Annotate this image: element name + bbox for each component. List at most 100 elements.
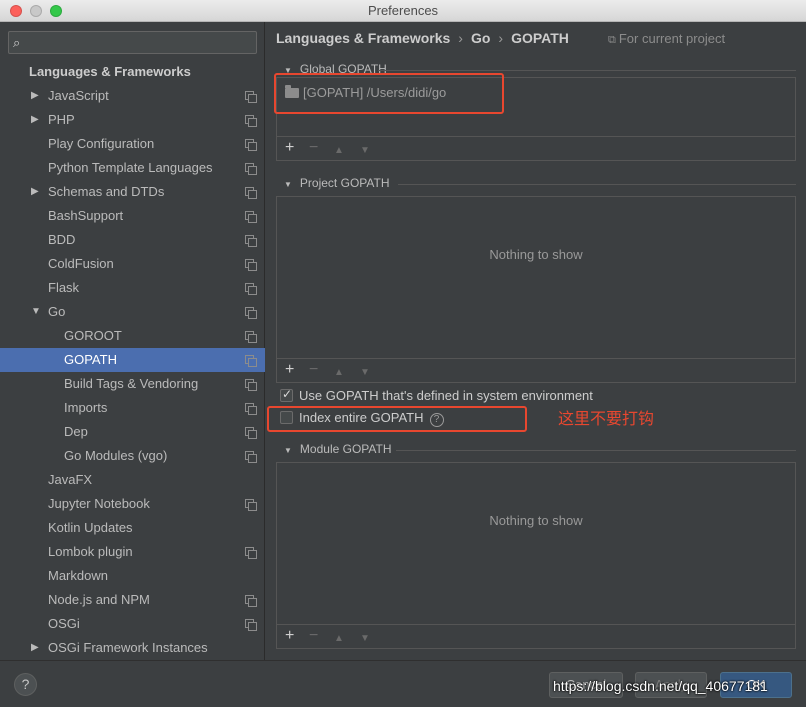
sidebar-item-javafx[interactable]: JavaFX [0,468,265,492]
sidebar-item-build-tags-vendoring[interactable]: Build Tags & Vendoring [0,372,265,396]
copy-icon [245,619,257,631]
annotation-text: 这里不要打钩 [558,409,655,428]
expand-arrow-right-icon[interactable]: ▶ [31,108,39,132]
copy-icon [245,235,257,247]
sidebar-item-label: PHP [48,112,75,127]
copy-icon [245,499,257,511]
expand-arrow-right-icon[interactable]: ▶ [31,84,39,108]
move-down-button[interactable]: ▼ [360,364,370,382]
sidebar-item-osgi-framework-instances[interactable]: ▶ OSGi Framework Instances [0,636,265,660]
sidebar-item-node-js-and-npm[interactable]: Node.js and NPM [0,588,265,612]
annotation-highlight-box [274,73,504,114]
sidebar-item-label: GOPATH [64,352,117,367]
copy-icon [245,139,257,151]
group-divider [396,450,796,451]
sidebar-item-php[interactable]: ▶ PHP [0,108,265,132]
use-system-gopath-checkbox[interactable] [280,387,293,402]
sidebar-item-schemas-and-dtds[interactable]: ▶ Schemas and DTDs [0,180,265,204]
sidebar-item-kotlin-updates[interactable]: Kotlin Updates [0,516,265,540]
copy-icon [245,259,257,271]
copy-icon [245,403,257,415]
search-input[interactable] [31,33,251,52]
sidebar-item-go-modules-vgo[interactable]: Go Modules (vgo) [0,444,265,468]
copy-icon [245,547,257,559]
sidebar-item-imports[interactable]: Imports [0,396,265,420]
move-down-button[interactable]: ▼ [360,630,370,648]
sidebar-item-label: Build Tags & Vendoring [64,376,199,391]
gopath-settings-panel: Languages & Frameworks › Go › GOPATH ⧉ For cu… [266,22,806,660]
project-gopath-list[interactable]: Nothing to show [276,196,796,359]
module-gopath-header[interactable]: ▼ Module GOPATH [284,442,392,456]
copy-icon [245,91,257,103]
breadcrumb-item-gopath: GOPATH [511,30,569,46]
copy-icon [245,451,257,463]
sidebar-item-go[interactable]: ▼ Go [0,300,265,324]
search-icon[interactable]: ⌕ [13,35,20,51]
sidebar-item-coldfusion[interactable]: ColdFusion [0,252,265,276]
use-system-gopath-option[interactable]: Use GOPATH that's defined in system envi… [280,387,593,403]
remove-path-button[interactable]: − [309,361,318,379]
watermark-text: https://blog.csdn.net/qq_40677181 [553,678,768,694]
sidebar-item-jupyter-notebook[interactable]: Jupyter Notebook [0,492,265,516]
remove-path-button[interactable]: − [309,627,318,645]
module-gopath-list[interactable]: Nothing to show [276,462,796,625]
expand-arrow-down-icon[interactable]: ▼ [31,300,41,324]
sidebar-item-label: JavaScript [48,88,109,103]
collapse-arrow-icon: ▼ [284,446,292,455]
sidebar-item-dep[interactable]: Dep [0,420,265,444]
sidebar-item-bashsupport[interactable]: BashSupport [0,204,265,228]
sidebar-item-bdd[interactable]: BDD [0,228,265,252]
sidebar-item-javascript[interactable]: ▶ JavaScript [0,84,265,108]
project-gopath-header[interactable]: ▼ Project GOPATH [284,176,390,190]
sidebar-item-label: Lombok plugin [48,544,133,559]
sidebar-item-label: OSGi [48,616,80,631]
sidebar-item-python-template-languages[interactable]: Python Template Languages [0,156,265,180]
expand-arrow-right-icon[interactable]: ▶ [31,636,39,660]
breadcrumb-item-languages: Languages & Frameworks [276,30,451,46]
settings-sidebar: ⌕ Languages & Frameworks ▶ JavaScript ▶ PHP P… [0,22,265,660]
sidebar-item-label: Flask [48,280,80,295]
sidebar-item-label: Dep [64,424,88,439]
add-path-button[interactable]: + [285,627,294,645]
sidebar-item-label: Markdown [48,568,108,583]
add-path-button[interactable]: + [285,361,294,379]
sidebar-item-flask[interactable]: Flask [0,276,265,300]
expand-arrow-right-icon[interactable]: ▶ [31,180,39,204]
remove-path-button[interactable]: − [309,139,318,157]
group-divider [378,70,796,71]
move-up-button[interactable]: ▲ [334,142,344,160]
sidebar-item-label: Jupyter Notebook [48,496,150,511]
sidebar-item-label: JavaFX [48,472,93,487]
sidebar-item-label: GOROOT [64,328,122,343]
move-up-button[interactable]: ▲ [334,630,344,648]
add-path-button[interactable]: + [285,139,294,157]
sidebar-item-languages-frameworks[interactable]: Languages & Frameworks [0,60,265,84]
sidebar-item-goroot[interactable]: GOROOT [0,324,265,348]
sidebar-item-osgi[interactable]: OSGi [0,612,265,636]
sidebar-item-label: Go Modules (vgo) [64,448,168,463]
sidebar-item-label: BDD [48,232,76,247]
copy-icon [245,163,257,175]
annotation-highlight-box [267,406,527,432]
copy-icon [245,331,257,343]
project-scope-label: ⧉ For current project [608,31,725,47]
sidebar-item-gopath[interactable]: GOPATH [0,348,265,372]
group-divider [398,184,796,185]
sidebar-item-lombok-plugin[interactable]: Lombok plugin [0,540,265,564]
search-box[interactable]: ⌕ [8,31,257,54]
copy-icon [245,595,257,607]
breadcrumb: Languages & Frameworks › Go › GOPATH [276,30,569,46]
move-up-button[interactable]: ▲ [334,364,344,382]
help-button[interactable]: ? [14,673,37,696]
module-gopath-title: Module GOPATH [299,442,392,456]
collapse-arrow-icon: ▼ [284,180,292,189]
sidebar-item-label: Node.js and NPM [48,592,150,607]
sidebar-item-play-configuration[interactable]: Play Configuration [0,132,265,156]
copy-icon [245,355,257,367]
sidebar-item-markdown[interactable]: Markdown [0,564,265,588]
copy-icon: ⧉ [608,34,616,46]
empty-list-text: Nothing to show [489,247,583,262]
sidebar-item-label: Play Configuration [48,136,155,151]
sidebar-item-label: BashSupport [48,208,124,223]
move-down-button[interactable]: ▼ [360,142,370,160]
